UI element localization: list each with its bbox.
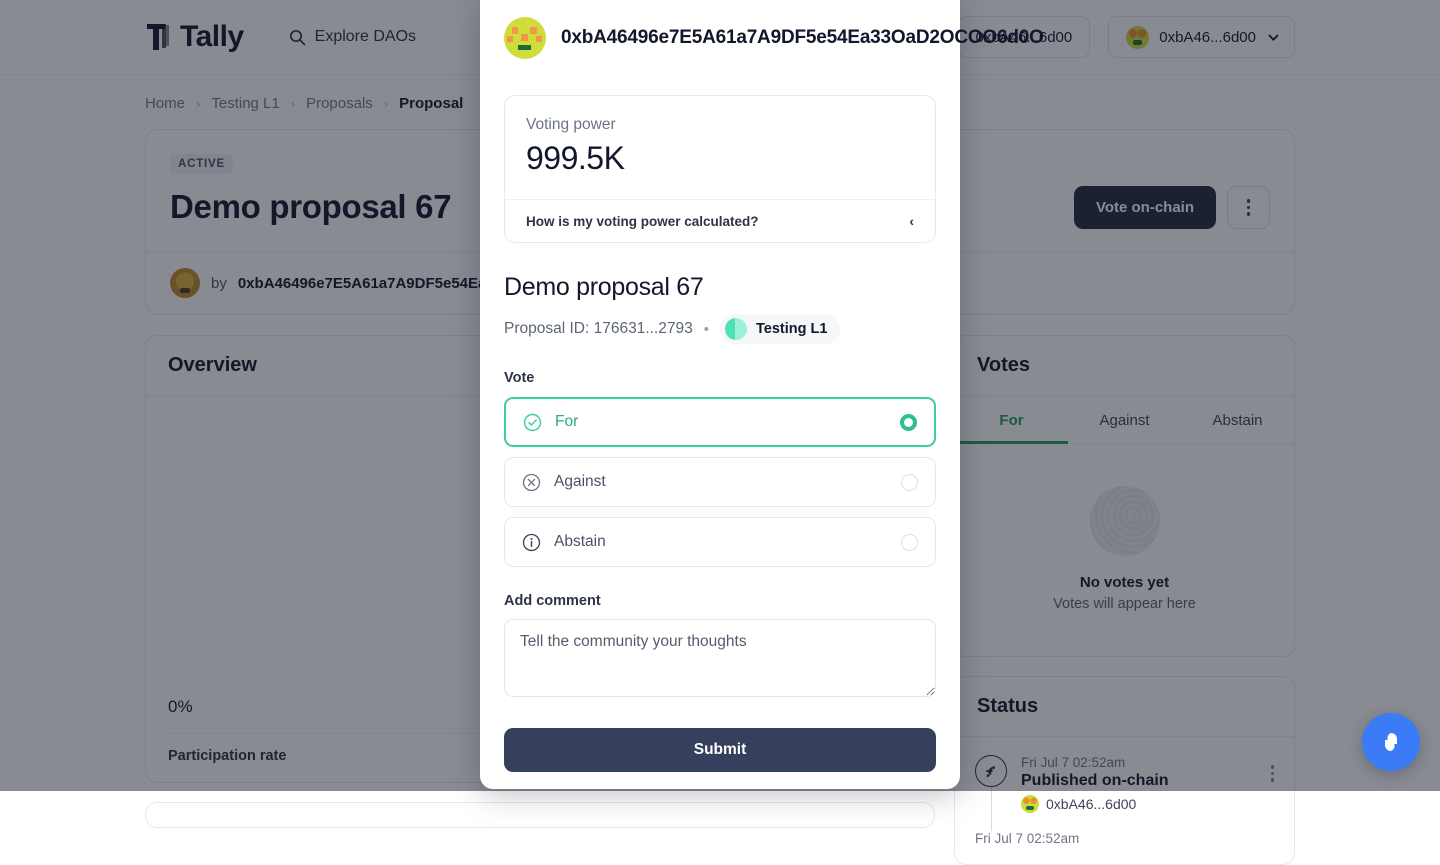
chain-orb-icon	[725, 318, 747, 340]
x-circle-icon	[522, 473, 541, 492]
vote-section-label: Vote	[504, 370, 936, 386]
voting-power-help-label: How is my voting power calculated?	[526, 214, 759, 229]
modal-proposal-meta: Proposal ID: 176631...2793 • Testing L1	[504, 314, 936, 344]
modal-header: 0xbA46496e7E5A61a7A9DF5e54Ea33OaD2OCOO6d…	[480, 0, 960, 76]
vote-option-label: For	[555, 413, 887, 431]
modal-proposal-id: Proposal ID: 176631...2793	[504, 320, 693, 338]
vote-radio-for[interactable]	[900, 414, 917, 431]
check-circle-icon	[523, 413, 542, 432]
chain-name-label: Testing L1	[756, 321, 827, 337]
timeline-actor: 0xbA46...6d00	[1021, 795, 1257, 813]
vote-options: For Against A	[504, 397, 936, 567]
vote-option-abstain[interactable]: Abstain	[504, 517, 936, 567]
timeline-connector	[991, 787, 993, 831]
vote-option-label: Abstain	[554, 533, 888, 551]
chat-bubble-icon	[1376, 727, 1406, 757]
submit-button[interactable]: Submit	[504, 728, 936, 772]
modal-footer: Submit	[480, 714, 960, 789]
meta-separator-dot: •	[704, 321, 709, 338]
timeline-time: Fri Jul 7 02:52am	[975, 831, 1274, 846]
modal-body: Voting power 999.5K How is my voting pow…	[480, 76, 960, 714]
comment-section-label: Add comment	[504, 593, 936, 609]
modal-account-avatar-icon	[504, 17, 546, 59]
voting-power-card: Voting power 999.5K How is my voting pow…	[504, 95, 936, 243]
voting-power-top: Voting power 999.5K	[505, 96, 935, 199]
timeline-actor-address: 0xbA46...6d00	[1046, 796, 1136, 812]
vote-radio-abstain[interactable]	[901, 534, 918, 551]
modal-account-address: 0xbA46496e7E5A61a7A9DF5e54Ea33OaD2OCOO6d…	[561, 27, 1044, 49]
modal-proposal-title: Demo proposal 67	[504, 273, 936, 302]
chain-badge: Testing L1	[720, 314, 840, 344]
vote-option-for[interactable]: For	[504, 397, 936, 447]
vote-modal: 0xbA46496e7E5A61a7A9DF5e54Ea33OaD2OCOO6d…	[480, 0, 960, 789]
voting-power-help-row[interactable]: How is my voting power calculated? ‹	[505, 199, 935, 242]
support-chat-button[interactable]	[1362, 713, 1420, 771]
vote-option-label: Against	[554, 473, 888, 491]
info-circle-icon	[522, 533, 541, 552]
vote-radio-against[interactable]	[901, 474, 918, 491]
voting-power-value: 999.5K	[526, 140, 914, 177]
timeline-item: Fri Jul 7 02:52am	[975, 831, 1274, 864]
chevron-left-icon: ‹	[909, 213, 914, 229]
comment-input[interactable]	[504, 619, 936, 697]
timeline-actor-avatar-icon	[1021, 795, 1039, 813]
vote-option-against[interactable]: Against	[504, 457, 936, 507]
timeline-item-body: Fri Jul 7 02:52am	[975, 831, 1274, 846]
page-root: Tally Explore DAOs 0xbA46...6d00 0xbA46.…	[0, 0, 1440, 791]
overview-secondary-panel	[145, 802, 935, 828]
voting-power-label: Voting power	[526, 116, 914, 134]
